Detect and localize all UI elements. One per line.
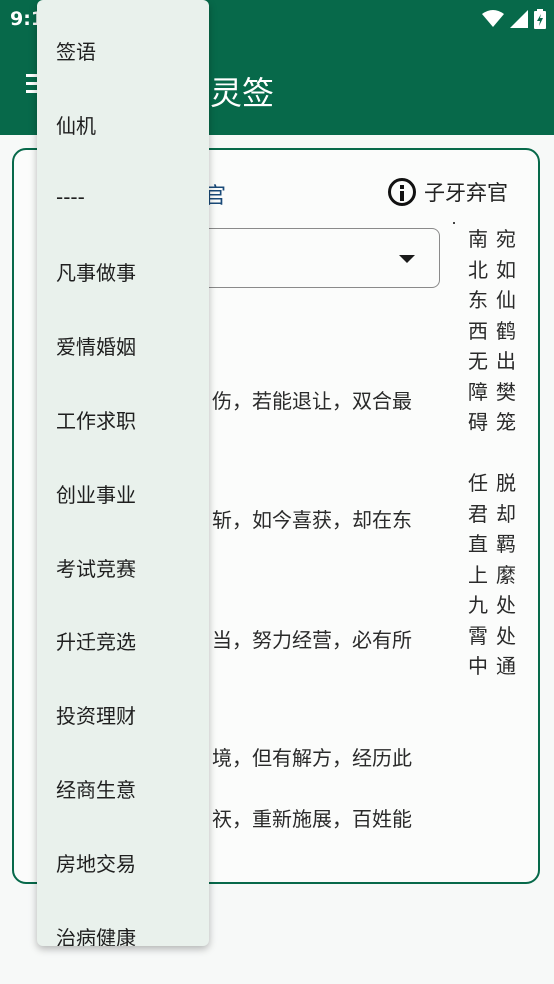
menu-item-investment[interactable]: 投资理财 — [37, 677, 209, 751]
app-title: 灵签 — [210, 74, 275, 112]
menu-item-qianyu[interactable]: 签语 — [37, 13, 209, 87]
wifi-icon — [482, 10, 504, 27]
menu-item-real-estate[interactable]: 房地交易 — [37, 825, 209, 899]
decor-dot — [453, 222, 455, 224]
menu-item-promotion[interactable]: 升迁竞选 — [37, 603, 209, 677]
menu-item-general[interactable]: 凡事做事 — [37, 234, 209, 308]
paragraph-4: 境，但有解方，经历此 — [212, 746, 412, 770]
poem-column-1: 南北东西无障碍 — [468, 227, 488, 434]
info-row[interactable]: 子牙弃官 — [388, 176, 508, 208]
menu-item-xianji[interactable]: 仙机 — [37, 87, 209, 161]
status-icons — [482, 8, 546, 30]
paragraph-1: 伤，若能退让，双合最 — [212, 389, 412, 413]
info-icon[interactable] — [388, 178, 416, 206]
menu-item-exam[interactable]: 考试竞赛 — [37, 530, 209, 604]
poem-column-2: 宛如仙鹤出樊笼 — [496, 227, 516, 434]
poem-column-3: 任君直上九霄中 — [468, 471, 488, 678]
paragraph-3: 当，努力经营，必有所 — [212, 628, 412, 652]
menu-item-health[interactable]: 治病健康 — [37, 899, 209, 947]
poem-column-4: 脱却羁縻处处通 — [496, 471, 516, 678]
category-select[interactable] — [170, 228, 440, 288]
menu-item-business-startup[interactable]: 创业事业 — [37, 456, 209, 530]
paragraph-5: 祆，重新施展，百姓能 — [212, 807, 412, 831]
info-label: 子牙弃官 — [424, 181, 508, 205]
menu-item-job[interactable]: 工作求职 — [37, 382, 209, 456]
battery-icon — [534, 9, 546, 29]
menu-item-separator[interactable]: ---- — [37, 160, 209, 234]
menu-item-love[interactable]: 爱情婚姻 — [37, 308, 209, 382]
dropdown-menu: 签语 仙机 ---- 凡事做事 爱情婚姻 工作求职 创业事业 考试竞赛 升迁竞选… — [37, 0, 209, 946]
menu-item-trade[interactable]: 经商生意 — [37, 751, 209, 825]
signal-icon — [510, 10, 528, 28]
chevron-down-icon — [399, 255, 415, 263]
paragraph-2: 斩，如今喜获，却在东 — [212, 508, 412, 532]
